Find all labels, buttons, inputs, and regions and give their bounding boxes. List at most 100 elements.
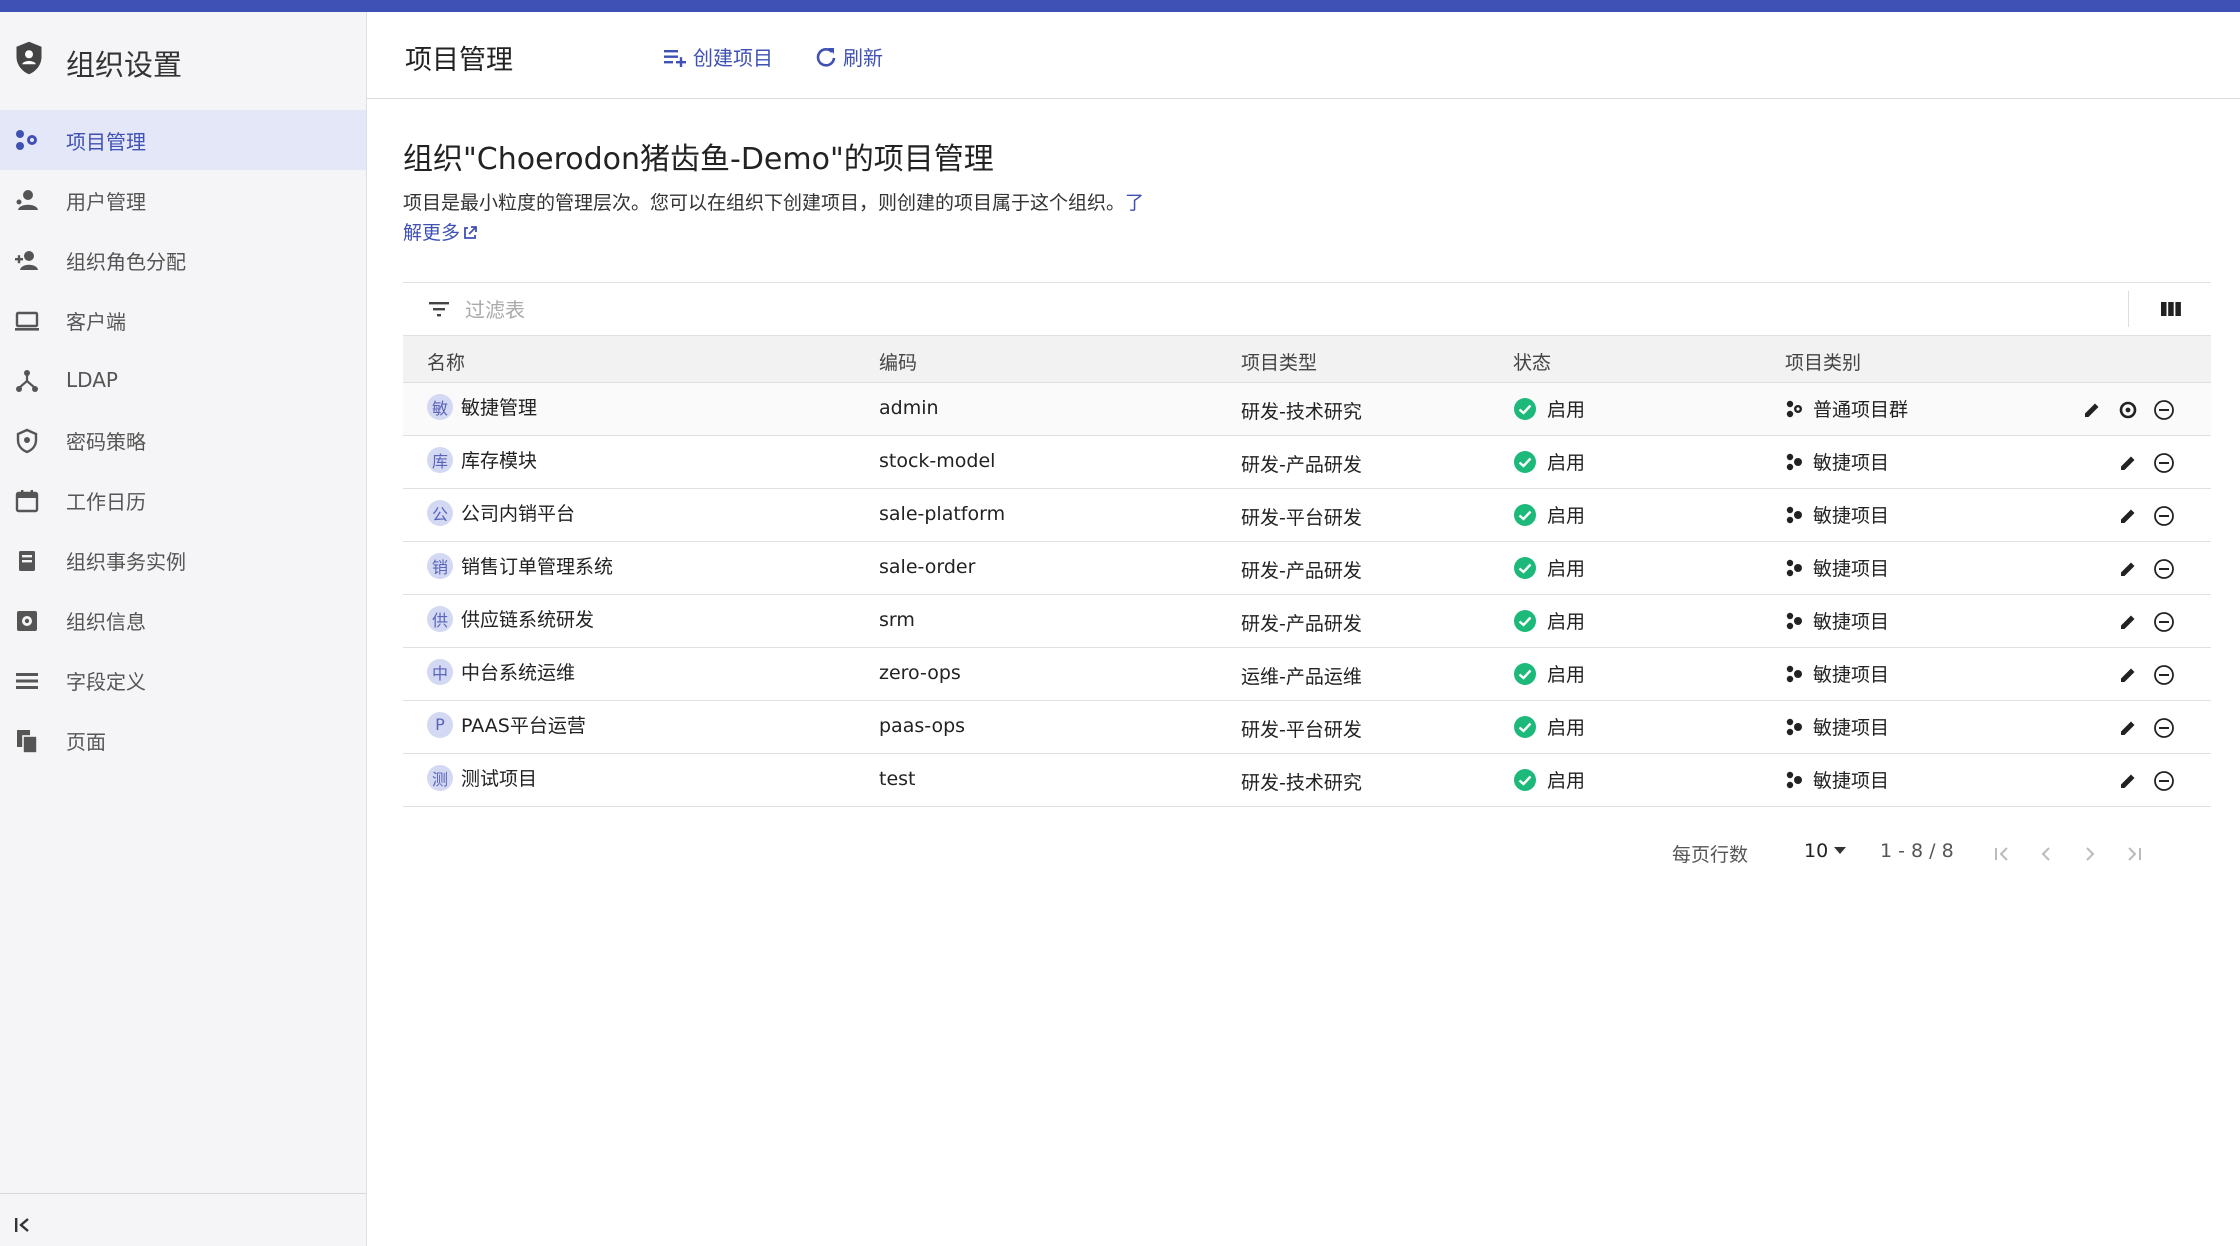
agile-project-icon <box>1786 771 1802 788</box>
disable-button[interactable] <box>2151 768 2177 794</box>
status-text: 启用 <box>1547 664 1586 686</box>
rows-per-page-label: 每页行数 <box>1672 844 1749 866</box>
check-circle-icon <box>1514 450 1536 473</box>
minus-circle-icon <box>2154 559 2174 579</box>
project-category: 敏捷项目 <box>1785 554 1889 581</box>
edit-button[interactable] <box>2115 450 2141 476</box>
check-circle-icon <box>1514 768 1536 791</box>
edit-button[interactable] <box>2115 715 2141 741</box>
settings-button[interactable] <box>2115 397 2141 423</box>
pencil-icon <box>2121 721 2135 735</box>
laptop-icon <box>15 311 39 331</box>
first-page-icon <box>1995 847 2008 861</box>
agile-project-icon <box>1786 559 1802 576</box>
project-type: 研发-技术研究 <box>1241 401 1362 423</box>
column-header-name[interactable]: 名称 <box>427 348 465 375</box>
disable-button[interactable] <box>2151 609 2177 635</box>
disable-button[interactable] <box>2151 662 2177 688</box>
next-page-button[interactable] <box>2078 842 2102 866</box>
disable-button[interactable] <box>2151 715 2177 741</box>
sidebar-item-pages[interactable]: 页面 <box>0 710 366 770</box>
edit-button[interactable] <box>2115 609 2141 635</box>
project-name-cell: 测测试项目 <box>427 764 537 791</box>
gear-box-icon <box>17 611 37 631</box>
column-header-category[interactable]: 项目类别 <box>1785 348 1861 375</box>
project-category: 普通项目群 <box>1785 395 1908 422</box>
project-status: 启用 <box>1513 713 1585 740</box>
status-text: 启用 <box>1547 558 1586 580</box>
first-page-button[interactable] <box>1990 842 2014 866</box>
check-circle-icon <box>1514 609 1536 632</box>
table-row[interactable]: P PAAS平台运营 paas-ops 研发-平台研发 启用 敏捷项目 <box>403 701 2211 754</box>
last-page-button[interactable] <box>2122 842 2146 866</box>
status-text: 启用 <box>1547 452 1586 474</box>
content-title: 组织"Choerodon猪齿鱼-Demo"的项目管理 <box>403 142 994 177</box>
collapse-icon[interactable] <box>14 1216 32 1234</box>
project-name: 测试项目 <box>461 768 538 790</box>
disable-button[interactable] <box>2151 450 2177 476</box>
edit-button[interactable] <box>2115 768 2141 794</box>
project-status: 启用 <box>1513 448 1585 475</box>
sidebar-item-calendar[interactable]: 工作日历 <box>0 470 366 530</box>
disable-button[interactable] <box>2151 503 2177 529</box>
disable-button[interactable] <box>2151 556 2177 582</box>
sidebar-item-password-policy[interactable]: 密码策略 <box>0 410 366 470</box>
edit-button[interactable] <box>2079 397 2105 423</box>
row-actions <box>2105 556 2177 582</box>
list-icon <box>16 673 38 689</box>
row-actions <box>2105 715 2177 741</box>
project-name-cell: 公公司内销平台 <box>427 499 575 526</box>
table-row[interactable]: 中中台系统运维 zero-ops 运维-产品运维 启用 敏捷项目 <box>403 648 2211 701</box>
project-avatar: 敏 <box>427 393 453 420</box>
table-row[interactable]: 测测试项目 test 研发-技术研究 启用 敏捷项目 <box>403 754 2211 807</box>
project-avatar: 销 <box>427 552 453 579</box>
table-row[interactable]: 库库存模块 stock-model 研发-产品研发 启用 敏捷项目 <box>403 436 2211 489</box>
sidebar-item-users[interactable]: 用户管理 <box>0 170 366 230</box>
disable-button[interactable] <box>2151 397 2177 423</box>
edit-button[interactable] <box>2115 556 2141 582</box>
sidebar-item-field-def[interactable]: 字段定义 <box>0 650 366 710</box>
page-range: 1 - 8 / 8 <box>1880 840 1954 862</box>
table-row[interactable]: 公公司内销平台 sale-platform 研发-平台研发 启用 敏捷项目 <box>403 489 2211 542</box>
column-header-code[interactable]: 编码 <box>879 348 917 375</box>
filter-input[interactable] <box>463 297 1767 323</box>
page-title: 项目管理 <box>405 45 513 76</box>
pencil-icon <box>2121 774 2135 788</box>
chevron-right-icon <box>2086 847 2095 861</box>
row-actions <box>2105 609 2177 635</box>
table-row[interactable]: 敏敏捷管理 admin 研发-技术研究 启用 普通项目群 <box>403 383 2211 436</box>
minus-circle-icon <box>2154 453 2174 473</box>
column-header-status[interactable]: 状态 <box>1513 348 1551 375</box>
sidebar-item-client[interactable]: 客户端 <box>0 290 366 350</box>
project-status: 启用 <box>1513 660 1585 687</box>
category-text: 敏捷项目 <box>1813 452 1890 474</box>
prev-page-button[interactable] <box>2034 842 2058 866</box>
page-size-select[interactable]: 10 <box>1804 840 1874 862</box>
check-circle-icon <box>1514 503 1536 526</box>
refresh-button[interactable]: 刷新 <box>815 42 883 71</box>
sidebar-item-label: 字段定义 <box>66 669 146 694</box>
caret-down-icon <box>1834 847 1847 854</box>
check-circle-icon <box>1514 715 1536 738</box>
edit-button[interactable] <box>2115 503 2141 529</box>
gear-icon <box>2119 401 2137 419</box>
sidebar-item-ldap[interactable]: LDAP <box>0 350 366 410</box>
edit-button[interactable] <box>2115 662 2141 688</box>
sidebar-item-project[interactable]: 项目管理 <box>0 110 366 170</box>
table-row[interactable]: 供供应链系统研发 srm 研发-产品研发 启用 敏捷项目 <box>403 595 2211 648</box>
table-row[interactable]: 销销售订单管理系统 sale-order 研发-产品研发 启用 敏捷项目 <box>403 542 2211 595</box>
project-category: 敏捷项目 <box>1785 660 1889 687</box>
project-code: srm <box>879 609 915 631</box>
agile-project-icon <box>1786 612 1802 629</box>
column-settings-icon[interactable] <box>2161 301 2181 317</box>
create-project-label: 创建项目 <box>693 46 773 70</box>
create-project-button[interactable]: 创建项目 <box>663 42 773 71</box>
minus-circle-icon <box>2154 718 2174 738</box>
project-avatar: 库 <box>427 446 453 473</box>
sidebar-item-org-instance[interactable]: 组织事务实例 <box>0 530 366 590</box>
column-header-type[interactable]: 项目类型 <box>1241 348 1317 375</box>
top-accent-bar <box>0 0 2240 12</box>
sidebar-item-org-info[interactable]: 组织信息 <box>0 590 366 650</box>
sidebar-item-role-assign[interactable]: 组织角色分配 <box>0 230 366 290</box>
refresh-icon <box>816 47 836 67</box>
